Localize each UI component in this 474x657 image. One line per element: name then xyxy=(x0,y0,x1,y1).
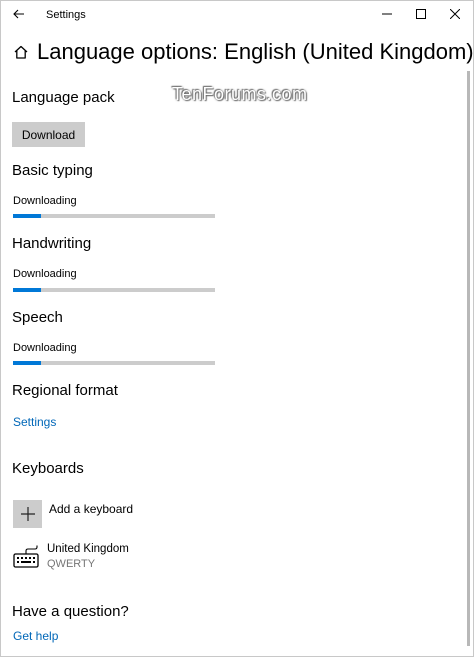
scrollbar[interactable] xyxy=(467,71,470,646)
keyboard-name: United Kingdom xyxy=(47,543,129,555)
regional-settings-link[interactable]: Settings xyxy=(13,415,56,429)
title-bar: Settings xyxy=(1,1,473,31)
add-keyboard-label: Add a keyboard xyxy=(49,502,134,516)
basic-typing-progress-fill xyxy=(13,214,42,218)
watermark: TenForums.com xyxy=(172,84,308,104)
handwriting-heading: Handwriting xyxy=(12,235,92,252)
maximize-button[interactable] xyxy=(405,1,437,27)
back-button[interactable] xyxy=(5,3,33,25)
speech-status: Downloading xyxy=(13,342,77,354)
keyboard-icon xyxy=(13,545,39,568)
settings-window: Settings Language options: English (Unit… xyxy=(0,0,474,657)
handwriting-progress-fill xyxy=(13,288,42,292)
add-keyboard-button[interactable]: Add a keyboard xyxy=(13,500,133,528)
download-button[interactable]: Download xyxy=(12,122,85,147)
home-icon[interactable] xyxy=(13,44,29,60)
handwriting-progress xyxy=(13,288,215,292)
minimize-button[interactable] xyxy=(371,1,403,27)
page-header: Language options: English (United Kingdo… xyxy=(13,39,474,65)
language-pack-heading: Language pack xyxy=(12,89,115,106)
page-title: Language options: English (United Kingdo… xyxy=(37,39,474,64)
keyboard-layout: QWERTY xyxy=(47,558,96,570)
back-arrow-icon xyxy=(13,9,24,19)
basic-typing-status: Downloading xyxy=(13,195,77,207)
help-heading: Have a question? xyxy=(12,603,129,620)
speech-heading: Speech xyxy=(12,309,63,326)
basic-typing-progress xyxy=(13,214,215,218)
close-icon xyxy=(450,9,460,19)
basic-typing-heading: Basic typing xyxy=(12,162,93,179)
speech-progress-fill xyxy=(13,361,42,365)
speech-progress xyxy=(13,361,215,365)
minimize-icon xyxy=(382,13,392,15)
close-button[interactable] xyxy=(439,1,471,27)
maximize-icon xyxy=(416,9,426,19)
regional-format-heading: Regional format xyxy=(12,382,118,399)
keyboards-heading: Keyboards xyxy=(12,460,84,477)
app-title: Settings xyxy=(46,9,86,21)
plus-icon xyxy=(13,500,42,528)
keyboard-item-text: United Kingdom QWERTY xyxy=(47,543,129,570)
get-help-link[interactable]: Get help xyxy=(13,629,58,643)
handwriting-status: Downloading xyxy=(13,268,77,280)
keyboard-item-united-kingdom[interactable]: United Kingdom QWERTY xyxy=(13,543,129,570)
